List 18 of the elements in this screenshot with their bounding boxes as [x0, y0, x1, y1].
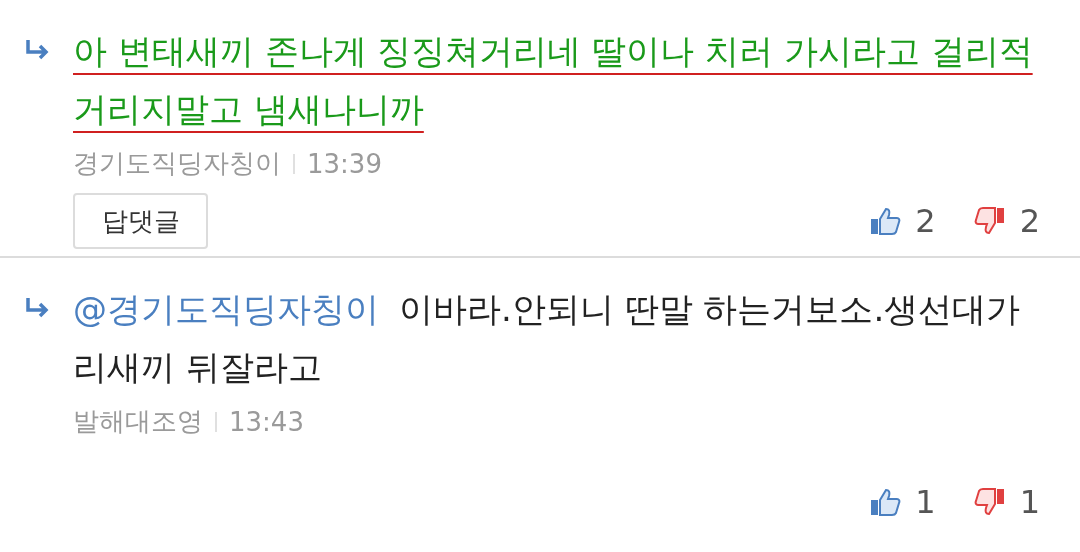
comment-time: 13:39	[307, 148, 382, 179]
comment-text: 아 변태새끼 존나게 징징쳐거리네 딸이나 치러 가시라고 걸리적 거리지말고 냄새나니까	[73, 30, 1034, 131]
author-name: 경기도직딩자칭이	[73, 147, 281, 180]
dislike-button[interactable]: 1	[973, 483, 1040, 521]
reply-arrow-icon	[23, 38, 50, 62]
thumbs-down-icon	[973, 487, 1006, 517]
thumbs-up-icon	[869, 487, 902, 517]
thumbs-up-icon	[869, 206, 902, 236]
like-button[interactable]: 2	[869, 202, 936, 240]
mention-link[interactable]: @경기도직딩자칭이	[73, 289, 379, 329]
comment-text: @경기도직딩자칭이 이바라.안되니 딴말 하는거보소.생선대가리새끼 뒤잘라고	[73, 288, 1022, 389]
reply-button[interactable]: 답댓글	[73, 193, 208, 249]
reply-arrow-icon	[23, 296, 50, 320]
thumbs-down-icon	[973, 206, 1006, 236]
comment-time: 13:43	[229, 406, 304, 437]
author-name: 발해대조영	[73, 405, 203, 438]
dislike-button[interactable]: 2	[973, 202, 1040, 240]
like-button[interactable]: 1	[869, 483, 936, 521]
